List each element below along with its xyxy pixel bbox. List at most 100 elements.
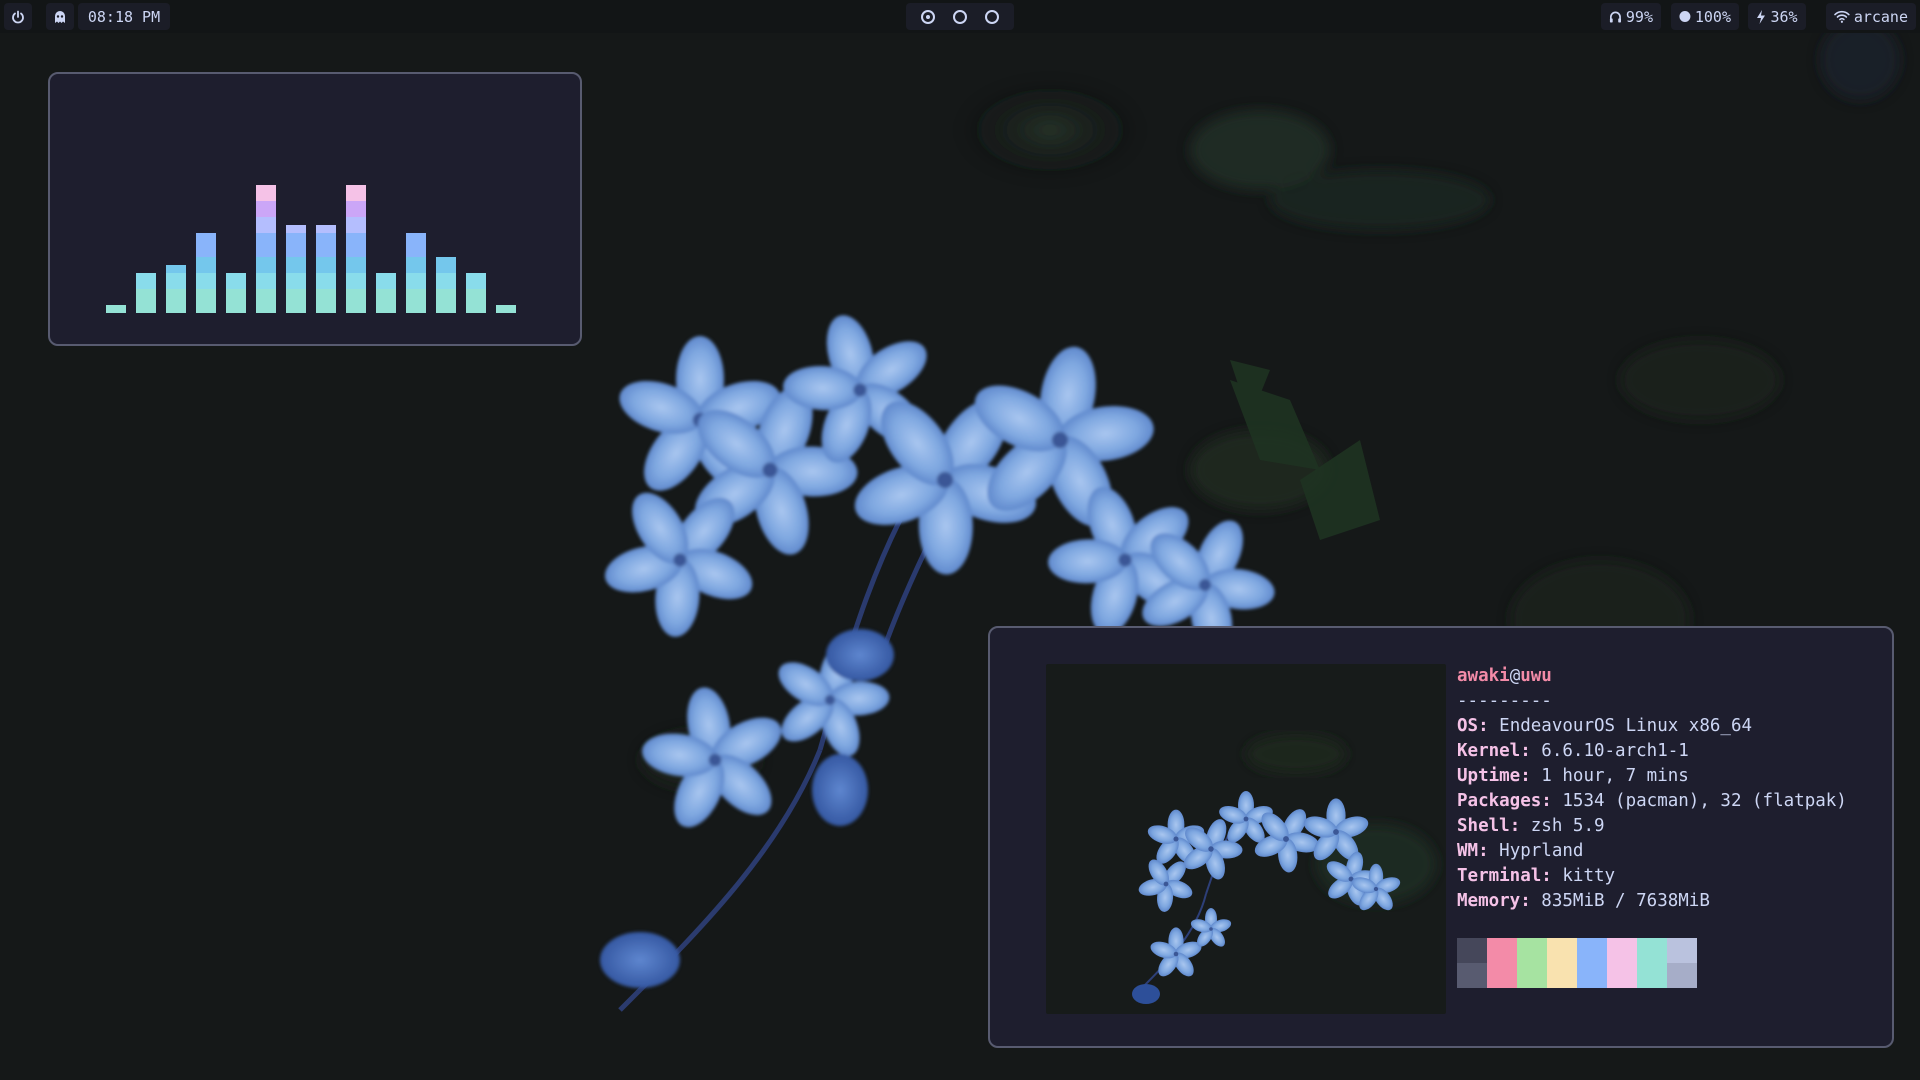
visualizer-segment bbox=[316, 241, 336, 249]
info-value: 6.6.10-arch1-1 bbox=[1541, 741, 1689, 761]
visualizer-segment bbox=[346, 209, 366, 217]
visualizer-segment bbox=[286, 273, 306, 281]
brightness[interactable]: 100% bbox=[1671, 3, 1739, 30]
workspace-3[interactable] bbox=[985, 9, 999, 24]
visualizer-segment bbox=[436, 289, 456, 297]
palette-swatch bbox=[1667, 938, 1697, 988]
visualizer-bar bbox=[106, 305, 126, 313]
visualizer-segment bbox=[136, 289, 156, 297]
battery-value: 36% bbox=[1770, 7, 1798, 26]
palette-swatch bbox=[1637, 938, 1667, 988]
workspace-switcher bbox=[906, 3, 1014, 30]
headphones-volume[interactable]: 99% bbox=[1601, 3, 1661, 30]
visualizer-segment bbox=[286, 241, 306, 249]
visualizer-segment bbox=[436, 305, 456, 313]
fetch-logo-image bbox=[1046, 664, 1446, 1014]
visualizer-bar bbox=[346, 185, 366, 313]
workspace-2[interactable] bbox=[953, 9, 967, 24]
network-name: arcane bbox=[1853, 7, 1908, 26]
visualizer-segment bbox=[256, 233, 276, 241]
visualizer-segment bbox=[376, 273, 396, 281]
info-row-packages: Packages: 1534 (pacman), 32 (flatpak) bbox=[1457, 791, 1847, 811]
visualizer-segment bbox=[316, 225, 336, 233]
visualizer-segment bbox=[376, 281, 396, 289]
visualizer-segment bbox=[226, 289, 246, 297]
palette-swatch bbox=[1607, 938, 1637, 988]
visualizer-bar bbox=[316, 225, 336, 313]
visualizer-bar bbox=[466, 273, 486, 313]
visualizer-segment bbox=[346, 241, 366, 249]
visualizer-segment bbox=[106, 305, 126, 313]
power-button[interactable] bbox=[4, 3, 32, 30]
fetch-user: awaki bbox=[1457, 666, 1510, 686]
info-value: zsh 5.9 bbox=[1530, 816, 1605, 836]
wifi-icon bbox=[1834, 10, 1850, 23]
terminal-window[interactable]: awaki@uwu --------- OS: EndeavourOS Linu… bbox=[988, 626, 1894, 1048]
ghost-icon bbox=[55, 10, 65, 23]
info-value: kitty bbox=[1562, 866, 1616, 886]
visualizer-segment bbox=[226, 281, 246, 289]
audio-visualizer-window[interactable] bbox=[48, 72, 582, 346]
visualizer-segment bbox=[316, 281, 336, 289]
visualizer-segment bbox=[346, 273, 366, 281]
workspace-1[interactable] bbox=[921, 9, 935, 24]
visualizer-bar bbox=[376, 273, 396, 313]
visualizer-segment bbox=[256, 185, 276, 193]
visualizer-segment bbox=[256, 289, 276, 297]
visualizer-segment bbox=[406, 289, 426, 297]
network[interactable]: arcane bbox=[1826, 3, 1916, 30]
visualizer-segment bbox=[436, 257, 456, 265]
visualizer-segment bbox=[466, 297, 486, 305]
visualizer-segment bbox=[286, 305, 306, 313]
visualizer-segment bbox=[406, 281, 426, 289]
visualizer-segment bbox=[406, 273, 426, 281]
visualizer-bar bbox=[136, 273, 156, 313]
info-value: EndeavourOS Linux x86_64 bbox=[1499, 716, 1753, 736]
visualizer-segment bbox=[256, 201, 276, 209]
visualizer-segment bbox=[256, 209, 276, 217]
visualizer-segment bbox=[286, 265, 306, 273]
visualizer-segment bbox=[346, 265, 366, 273]
info-key: Uptime bbox=[1457, 766, 1521, 786]
color-palette bbox=[1457, 938, 1697, 988]
battery[interactable]: 36% bbox=[1748, 3, 1806, 30]
visualizer-segment bbox=[346, 257, 366, 265]
visualizer-bar bbox=[226, 273, 246, 313]
clock-label: 08:18 PM bbox=[87, 7, 161, 26]
visualizer-segment bbox=[226, 273, 246, 281]
clock[interactable]: 08:18 PM bbox=[78, 3, 170, 30]
visualizer-segment bbox=[136, 305, 156, 313]
visualizer-segment bbox=[346, 249, 366, 257]
visualizer-segment bbox=[346, 217, 366, 225]
visualizer-segment bbox=[316, 265, 336, 273]
info-value: 835MiB / 7638MiB bbox=[1541, 891, 1710, 911]
visualizer-segment bbox=[436, 297, 456, 305]
visualizer-segment bbox=[316, 233, 336, 241]
headphones-value: 99% bbox=[1625, 7, 1653, 26]
visualizer-segment bbox=[256, 297, 276, 305]
visualizer-segment bbox=[496, 305, 516, 313]
visualizer-segment bbox=[346, 225, 366, 233]
visualizer-segment bbox=[286, 297, 306, 305]
visualizer-segment bbox=[256, 217, 276, 225]
visualizer-bar bbox=[286, 225, 306, 313]
visualizer-segment bbox=[256, 273, 276, 281]
palette-swatch bbox=[1547, 938, 1577, 988]
visualizer-segment bbox=[346, 185, 366, 193]
visualizer-segment bbox=[346, 233, 366, 241]
visualizer-bar bbox=[406, 233, 426, 313]
visualizer-segment bbox=[406, 241, 426, 249]
visualizer-segment bbox=[256, 193, 276, 201]
palette-swatch bbox=[1577, 938, 1607, 988]
visualizer-segment bbox=[376, 305, 396, 313]
ghost-button[interactable] bbox=[46, 3, 74, 30]
visualizer-segment bbox=[316, 257, 336, 265]
visualizer-segment bbox=[436, 265, 456, 273]
visualizer-segment bbox=[196, 305, 216, 313]
visualizer-segment bbox=[196, 297, 216, 305]
visualizer-bar bbox=[196, 233, 216, 313]
info-row-wm: WM: Hyprland bbox=[1457, 841, 1584, 861]
visualizer-segment bbox=[406, 257, 426, 265]
info-row-terminal: Terminal: kitty bbox=[1457, 866, 1616, 886]
visualizer-segment bbox=[406, 233, 426, 241]
